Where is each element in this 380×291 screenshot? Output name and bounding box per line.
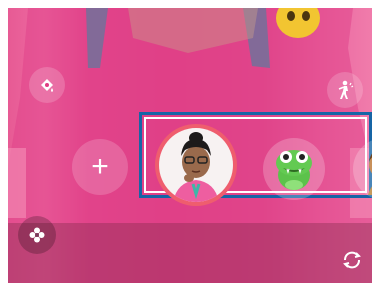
- camera-screen: +: [8, 8, 372, 283]
- bottom-toolbar: [8, 223, 372, 283]
- palette-button[interactable]: [29, 67, 65, 103]
- plus-icon: +: [91, 150, 109, 183]
- motion-button[interactable]: [327, 72, 363, 108]
- effects-button[interactable]: [18, 216, 56, 254]
- avatar-girl-icon: [159, 128, 233, 202]
- person-walking-icon: [336, 80, 354, 100]
- switch-camera-button[interactable]: [334, 242, 370, 278]
- dinosaur-icon: [276, 150, 312, 190]
- palette-icon: [38, 76, 56, 94]
- switch-camera-icon: [340, 248, 364, 272]
- emoji-item-dinosaur[interactable]: [263, 138, 325, 200]
- avatar-partial-icon: [368, 153, 372, 195]
- emoji-item-avatar-girl[interactable]: [155, 124, 237, 206]
- flower-icon: [28, 226, 46, 244]
- add-emoji-button[interactable]: +: [72, 139, 128, 195]
